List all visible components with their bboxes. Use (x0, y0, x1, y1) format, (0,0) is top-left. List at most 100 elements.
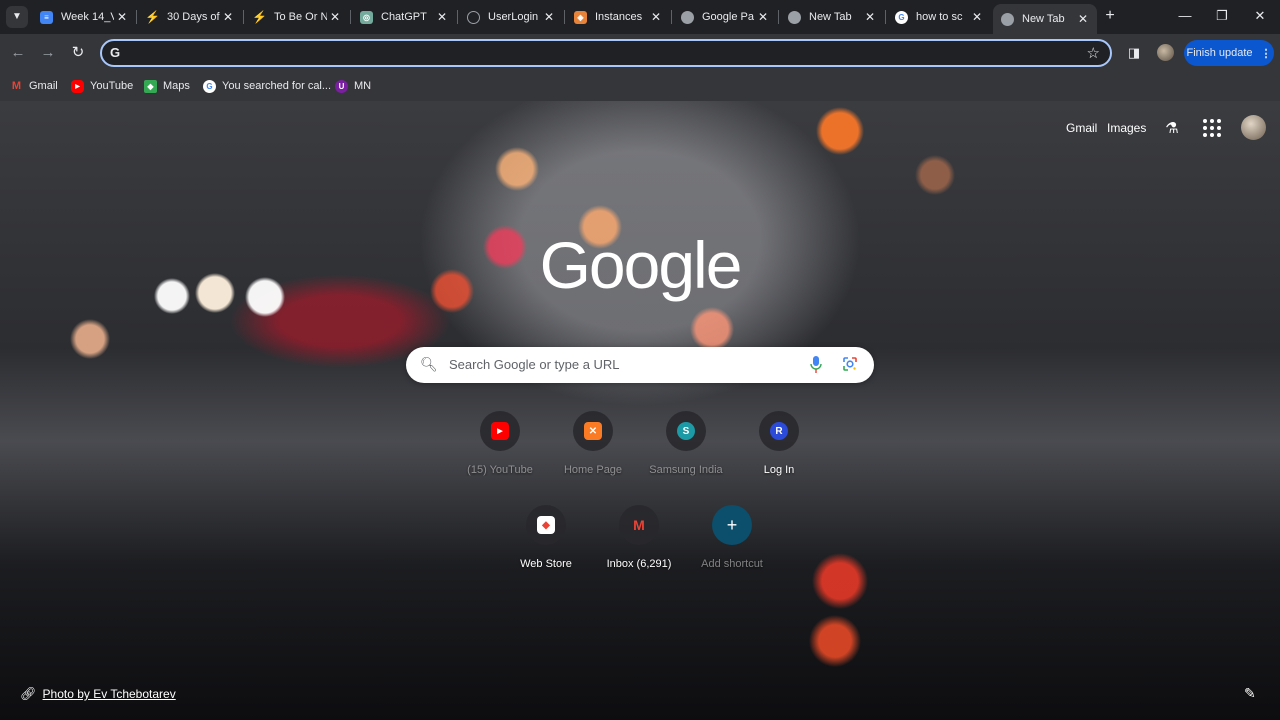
chrome-icon (1001, 12, 1014, 26)
search-box[interactable]: 🔍︎ Search Google or type a URL (406, 347, 874, 383)
back-arrow-icon[interactable]: ← (7, 42, 29, 64)
reload-icon[interactable]: ↻ (67, 42, 89, 64)
google-apps-icon[interactable] (1203, 119, 1221, 137)
bookmark-label: You searched for cal... (222, 80, 332, 92)
tab-title: 30 Days of (167, 11, 220, 23)
restore-icon[interactable]: ❐ (1207, 6, 1237, 26)
chatgpt-icon: ◎ (360, 10, 373, 24)
close-icon[interactable]: ✕ (327, 10, 343, 24)
images-link[interactable]: Images (1107, 121, 1146, 135)
gmail-icon: M (11, 80, 22, 92)
link-icon: 🔗︎ (20, 686, 37, 701)
close-icon[interactable]: ✕ (220, 10, 236, 24)
bookmarks-bar: M Gmail ▶ YouTube ◆ Maps G You searched … (0, 72, 1280, 102)
bookmark-search[interactable]: G You searched for cal... (203, 78, 331, 94)
google-icon: G (895, 10, 908, 24)
samsung-icon: S (677, 422, 695, 440)
shortcut-samsung[interactable]: S Samsung India (641, 411, 731, 491)
shortcut-icon-wrap: ◆ (526, 505, 566, 545)
webstore-icon: ◆ (537, 516, 555, 534)
close-icon[interactable]: ✕ (541, 10, 557, 24)
google-g-icon: G (110, 45, 121, 60)
close-icon[interactable]: ✕ (648, 10, 664, 24)
tab-search-chevron-icon[interactable]: ▼ (6, 6, 28, 28)
close-icon[interactable]: ✕ (1075, 12, 1091, 26)
bookmark-mn[interactable]: U MN (335, 78, 371, 94)
new-tab-plus-icon[interactable]: + (1100, 6, 1120, 26)
forward-arrow-icon[interactable]: → (37, 42, 59, 64)
close-icon[interactable]: ✕ (114, 10, 130, 24)
minimize-icon[interactable]: — (1170, 6, 1200, 26)
close-icon[interactable]: ✕ (434, 10, 450, 24)
google-logo: Google (539, 228, 743, 302)
shortcut-home-page[interactable]: ✕ Home Page (548, 411, 638, 491)
close-icon[interactable]: ✕ (862, 10, 878, 24)
microphone-icon[interactable] (810, 356, 822, 373)
shortcut-label: Web Store (520, 558, 572, 570)
tab-title: how to sc (916, 11, 963, 23)
shortcut-label: Samsung India (649, 464, 723, 476)
tab-3[interactable]: ◎ ChatGPT ✕ (352, 2, 456, 32)
tab-8[interactable]: G how to sc ✕ (887, 2, 991, 32)
add-shortcut-button[interactable]: + Add shortcut (687, 505, 777, 585)
photo-credit[interactable]: 🔗︎ Photo by Ev Tchebotarev (20, 686, 176, 702)
close-icon[interactable]: ✕ (969, 10, 985, 24)
labs-flask-icon[interactable]: ⚗ (1162, 119, 1182, 139)
account-avatar[interactable] (1241, 115, 1266, 140)
toolbar: ← → ↻ G ☆ ◨ Finish update ⋮ (0, 34, 1280, 72)
tab-4[interactable]: UserLogin ✕ (459, 2, 563, 32)
close-icon[interactable]: ✕ (755, 10, 771, 24)
gmail-icon: M (633, 517, 645, 533)
google-icon: G (203, 79, 216, 93)
tab-1[interactable]: ⚡ 30 Days of ✕ (138, 2, 242, 32)
address-bar[interactable]: G ☆ (100, 39, 1112, 67)
tab-0[interactable]: ≡ Week 14_V ✕ (32, 2, 136, 32)
youtube-icon: ▶ (491, 422, 509, 440)
shortcut-youtube[interactable]: ▶ (15) YouTube (455, 411, 545, 491)
tab-2[interactable]: ⚡ To Be Or N ✕ (245, 2, 349, 32)
bolt-icon: ⚡ (252, 10, 267, 24)
new-tab-page: Gmail Images ⚗ Google 🔍︎ Search Google o… (0, 101, 1280, 720)
bookmark-youtube[interactable]: ▶ YouTube (71, 78, 133, 94)
tab-title: Week 14_V (61, 11, 114, 23)
window-close-icon[interactable]: ✕ (1245, 6, 1275, 26)
shortcut-icon-wrap: S (666, 411, 706, 451)
bookmark-maps[interactable]: ◆ Maps (144, 78, 190, 94)
tab-6[interactable]: Google Pa ✕ (673, 2, 777, 32)
search-placeholder: Search Google or type a URL (449, 357, 620, 372)
tab-9-active[interactable]: New Tab ✕ (993, 4, 1097, 34)
google-lens-icon[interactable] (842, 356, 858, 372)
shortcut-icon-wrap: ▶ (480, 411, 520, 451)
maps-icon: ◆ (144, 79, 157, 93)
youtube-icon: ▶ (71, 79, 84, 93)
xampp-icon: ✕ (584, 422, 602, 440)
tab-5[interactable]: ◈ Instances ✕ (566, 2, 670, 32)
bookmark-label: MN (354, 80, 372, 92)
finish-update-label: Finish update (1186, 47, 1253, 59)
chrome-icon (681, 10, 694, 24)
photo-credit-text: Photo by Ev Tchebotarev (42, 687, 176, 701)
login-icon: R (770, 422, 788, 440)
finish-update-button[interactable]: Finish update ⋮ (1184, 40, 1274, 66)
kebab-menu-icon: ⋮ (1260, 47, 1272, 60)
search-icon: 🔍︎ (420, 356, 438, 372)
customize-pencil-icon[interactable]: ✎ (1244, 685, 1256, 702)
bookmark-star-icon[interactable]: ☆ (1087, 44, 1100, 62)
chrome-icon (788, 10, 801, 24)
shortcut-label: (15) YouTube (467, 464, 533, 476)
tab-title: To Be Or N (274, 11, 327, 23)
shortcut-label: Home Page (563, 464, 623, 476)
shortcut-icon-wrap: + (712, 505, 752, 545)
bolt-icon: ⚡ (145, 10, 160, 24)
tab-7[interactable]: New Tab ✕ (780, 2, 884, 32)
profile-avatar[interactable] (1157, 44, 1174, 61)
shortcut-icon-wrap: R (759, 411, 799, 451)
side-panel-icon[interactable]: ◨ (1124, 43, 1144, 63)
bookmark-gmail[interactable]: M Gmail (10, 78, 58, 94)
shortcut-login[interactable]: R Log In (734, 411, 824, 491)
shortcut-inbox[interactable]: M Inbox (6,291) (594, 505, 684, 585)
gmail-link[interactable]: Gmail (1066, 121, 1097, 135)
shortcut-web-store[interactable]: ◆ Web Store (501, 505, 591, 585)
bookmark-label: YouTube (90, 80, 134, 92)
docs-icon: ≡ (40, 10, 53, 24)
